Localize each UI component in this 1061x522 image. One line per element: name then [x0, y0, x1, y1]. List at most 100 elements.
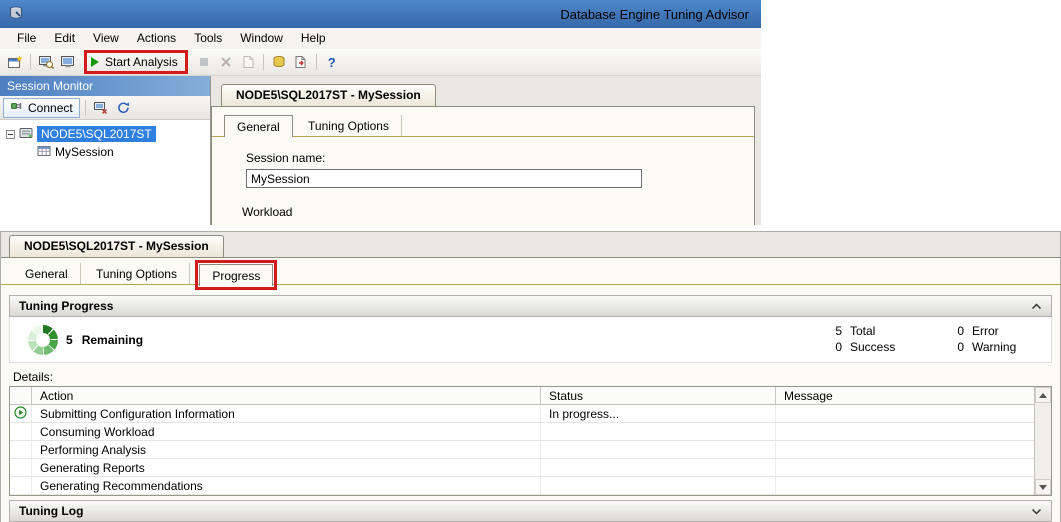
tuning-log-title: Tuning Log — [19, 504, 83, 518]
cell-action: Consuming Workload — [32, 423, 541, 440]
session-monitor-icon[interactable] — [58, 52, 78, 72]
menu-file[interactable]: File — [8, 28, 45, 49]
new-session-icon[interactable] — [5, 52, 25, 72]
menu-window[interactable]: Window — [231, 28, 292, 49]
stat-label: Total — [850, 324, 875, 338]
document-area: NODE5\SQL2017ST - MySession General Tuni… — [211, 76, 761, 225]
remaining-label: Remaining — [82, 333, 143, 347]
details-scrollbar[interactable] — [1034, 387, 1051, 495]
import-workload-icon[interactable] — [269, 52, 289, 72]
cell-action: Generating Recommendations — [32, 477, 541, 494]
tab-tuning-options-bottom[interactable]: Tuning Options — [84, 263, 190, 285]
connect-label: Connect — [28, 101, 73, 115]
session-monitor-toolbar: Connect — [0, 96, 210, 120]
row-selector-cell — [10, 423, 32, 440]
menu-view[interactable]: View — [84, 28, 128, 49]
stat-label: Warning — [972, 340, 1016, 354]
column-header-message[interactable]: Message — [776, 387, 1034, 404]
row-selector-cell — [10, 477, 32, 494]
tuning-progress-title: Tuning Progress — [19, 299, 113, 313]
grid-row[interactable]: Consuming Workload — [10, 423, 1034, 441]
toolbar: Start Analysis ? — [0, 49, 761, 76]
details-label: Details: — [13, 370, 1060, 384]
dta-main-window: Database Engine Tuning Advisor File Edit… — [0, 0, 761, 225]
screenshot-root: Database Engine Tuning Advisor File Edit… — [0, 0, 1061, 522]
play-icon — [91, 57, 99, 67]
row-selector-cell — [10, 459, 32, 476]
tree-row-session: MySession — [0, 143, 210, 161]
main-row: Session Monitor Connect — [0, 76, 761, 225]
details-grid: Action Status Message Submitting Configu… — [9, 386, 1052, 496]
grid-row[interactable]: Performing Analysis — [10, 441, 1034, 459]
expand-section-icon[interactable] — [1031, 508, 1042, 515]
cell-status — [541, 441, 776, 458]
grid-row[interactable]: Submitting Configuration Information In … — [10, 405, 1034, 423]
disconnect-icon[interactable] — [91, 98, 111, 118]
cell-action: Generating Reports — [32, 459, 541, 476]
row-selector-cell — [10, 405, 32, 422]
menu-actions[interactable]: Actions — [128, 28, 185, 49]
app-icon — [8, 5, 24, 24]
tree-item-session[interactable]: MySession — [55, 145, 114, 159]
stat-value: 0 — [948, 340, 964, 354]
open-workload-icon[interactable] — [36, 52, 56, 72]
triangle-up-icon — [1039, 393, 1047, 398]
stat-label: Error — [972, 324, 999, 338]
annotation-box-progress-tab: Progress — [195, 260, 277, 290]
workload-group-label: Workload — [242, 205, 754, 219]
column-header-action[interactable]: Action — [32, 387, 541, 404]
menu-tools[interactable]: Tools — [185, 28, 231, 49]
start-analysis-button[interactable]: Start Analysis — [91, 55, 178, 69]
collapse-section-icon[interactable] — [1031, 303, 1042, 310]
menu-edit[interactable]: Edit — [45, 28, 84, 49]
menu-help[interactable]: Help — [292, 28, 335, 49]
progress-spinner-icon — [28, 325, 58, 355]
tuning-log-header: Tuning Log — [9, 500, 1052, 522]
toolbar-separator — [263, 54, 264, 70]
document-tab-row: NODE5\SQL2017ST - MySession — [211, 76, 761, 106]
start-analysis-label: Start Analysis — [105, 55, 178, 69]
tab-general-bottom[interactable]: General — [13, 263, 81, 285]
cell-message — [776, 477, 1034, 494]
tab-strip-bottom: General Tuning Options Progress — [1, 258, 1060, 290]
toolbar-separator — [30, 54, 31, 70]
column-header-status[interactable]: Status — [541, 387, 776, 404]
progress-stat-warning: 0 Warning — [948, 340, 1016, 354]
document-tab-bottom[interactable]: NODE5\SQL2017ST - MySession — [9, 235, 224, 257]
tab-progress[interactable]: Progress — [199, 264, 273, 286]
toolbar-separator — [316, 54, 317, 70]
window-title: Database Engine Tuning Advisor — [560, 7, 749, 22]
scroll-up-button[interactable] — [1035, 387, 1051, 403]
tab-strip-top: General Tuning Options — [212, 107, 754, 137]
scroll-down-button[interactable] — [1035, 479, 1051, 495]
row-selector-cell — [10, 441, 32, 458]
grid-row[interactable]: Generating Recommendations — [10, 477, 1034, 495]
cell-status — [541, 459, 776, 476]
remaining-count: 5 — [66, 333, 73, 347]
cancel-analysis-icon — [216, 52, 236, 72]
in-progress-icon — [14, 406, 27, 422]
progress-stat-total: 5 Total — [826, 324, 875, 338]
progress-view: NODE5\SQL2017ST - MySession General Tuni… — [0, 231, 1061, 522]
tree-item-server[interactable]: NODE5\SQL2017ST — [37, 126, 156, 142]
cell-message — [776, 423, 1034, 440]
export-results-icon[interactable] — [291, 52, 311, 72]
session-name-input[interactable] — [246, 169, 642, 188]
grid-header-row: Action Status Message — [10, 387, 1034, 405]
tree-row-server: NODE5\SQL2017ST — [0, 125, 210, 143]
refresh-icon[interactable] — [113, 98, 133, 118]
tuning-progress-header: Tuning Progress — [9, 295, 1052, 317]
tree-expander-icon[interactable] — [6, 130, 15, 139]
grid-row[interactable]: Generating Reports — [10, 459, 1034, 477]
tab-tuning-options-top[interactable]: Tuning Options — [296, 115, 402, 137]
stat-value: 0 — [948, 324, 964, 338]
column-header-selector — [10, 387, 32, 404]
tab-general-top[interactable]: General — [224, 115, 293, 137]
cell-action: Performing Analysis — [32, 441, 541, 458]
help-icon[interactable]: ? — [322, 52, 342, 72]
connect-button[interactable]: Connect — [3, 98, 80, 118]
stat-value: 5 — [826, 324, 842, 338]
session-table-icon — [37, 144, 51, 161]
document-tab-top[interactable]: NODE5\SQL2017ST - MySession — [221, 84, 436, 106]
triangle-down-icon — [1039, 485, 1047, 490]
